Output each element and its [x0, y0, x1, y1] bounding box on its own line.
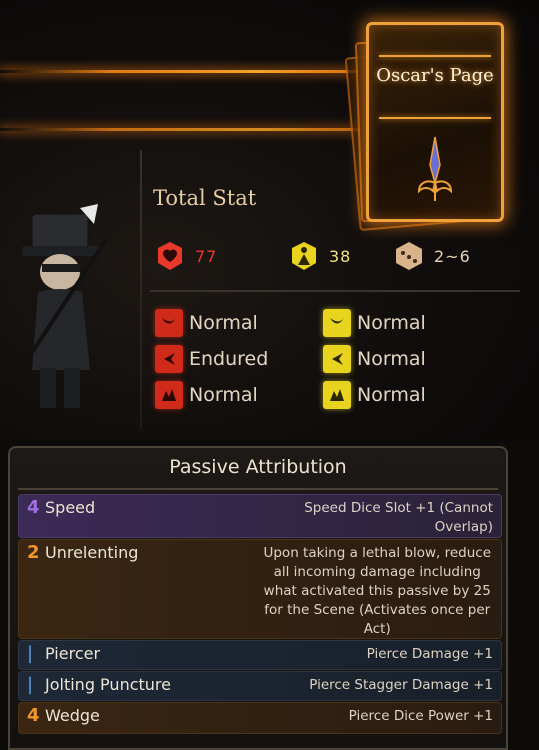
- blunt-resist-row: Normal: [155, 380, 258, 410]
- passive-name: Piercer: [45, 644, 101, 663]
- stagger-stat: 38: [287, 238, 351, 274]
- pierce-resist-row: Endured: [155, 344, 268, 374]
- stagger-value: 38: [329, 246, 352, 266]
- passive-name: Jolting Puncture: [45, 675, 171, 694]
- slash-resist-row: Normal: [155, 308, 258, 338]
- blunt-stagger-resist-icon: [323, 381, 351, 409]
- card-title: Oscar's Page: [376, 65, 494, 86]
- card-front: Oscar's Page: [366, 22, 504, 222]
- key-page-card[interactable]: Oscar's Page: [344, 18, 506, 232]
- passive-name: Speed: [45, 498, 96, 517]
- passive-row-speed[interactable]: 4 Speed Speed Dice Slot +1 (Cannot Overl…: [18, 494, 502, 538]
- passive-desc: Pierce Dice Power +1: [348, 708, 493, 724]
- passive-desc: Upon taking a lethal blow, reduce all in…: [263, 545, 491, 637]
- vertical-divider: [140, 150, 142, 430]
- hp-value: 77: [195, 246, 218, 266]
- top-glow-line: [0, 70, 370, 73]
- pierce-stagger-resist-label: Normal: [357, 348, 426, 370]
- passive-panel: Passive Attribution 4 Speed Speed Dice S…: [8, 446, 508, 750]
- passive-cost: 4: [27, 497, 40, 518]
- blunt-resist-icon: [155, 381, 183, 409]
- pierce-stagger-resist-row: Normal: [323, 344, 426, 374]
- passive-row-unrelenting[interactable]: 2 Unrelenting Upon taking a lethal blow,…: [18, 539, 502, 639]
- heart-hp-icon: [153, 239, 187, 273]
- pierce-resist-icon: [155, 345, 183, 373]
- slash-stagger-resist-icon: [323, 309, 351, 337]
- top-glow-line-lower: [0, 128, 370, 131]
- blunt-resist-label: Normal: [189, 384, 258, 406]
- speed-stat: 2~6: [392, 238, 471, 274]
- fleur-emblem-icon: [417, 136, 453, 201]
- pierce-stagger-resist-icon: [323, 345, 351, 373]
- passive-desc: Pierce Damage +1: [366, 646, 493, 662]
- blunt-stagger-resist-label: Normal: [357, 384, 426, 406]
- passive-panel-title: Passive Attribution: [169, 456, 347, 478]
- passive-desc: Pierce Stagger Damage +1: [309, 677, 493, 693]
- total-stat-heading: Total Stat: [153, 186, 257, 210]
- passive-name: Unrelenting: [45, 543, 139, 562]
- stats-divider: [150, 290, 520, 292]
- passive-row-wedge[interactable]: 4 Wedge Pierce Dice Power +1: [18, 702, 502, 734]
- passive-row-piercer[interactable]: | Piercer Pierce Damage +1: [18, 640, 502, 670]
- passive-row-jolting-puncture[interactable]: | Jolting Puncture Pierce Stagger Damage…: [18, 671, 502, 701]
- passive-cost: |: [27, 674, 34, 695]
- passive-desc: Speed Dice Slot +1 (Cannot Overlap): [304, 500, 493, 535]
- slash-resist-label: Normal: [189, 312, 258, 334]
- passive-cost: 4: [27, 705, 40, 726]
- pierce-resist-label: Endured: [189, 348, 269, 370]
- passive-cost: 2: [27, 542, 40, 563]
- passive-cost: |: [27, 643, 34, 664]
- passive-name: Wedge: [45, 706, 100, 725]
- hp-stat: 77: [153, 238, 217, 274]
- stagger-resist-icon: [287, 239, 321, 273]
- blunt-stagger-resist-row: Normal: [323, 380, 426, 410]
- character-portrait: [12, 204, 108, 408]
- speed-dice-icon: [392, 239, 426, 273]
- slash-stagger-resist-label: Normal: [357, 312, 426, 334]
- slash-stagger-resist-row: Normal: [323, 308, 426, 338]
- slash-resist-icon: [155, 309, 183, 337]
- speed-value: 2~6: [434, 246, 471, 266]
